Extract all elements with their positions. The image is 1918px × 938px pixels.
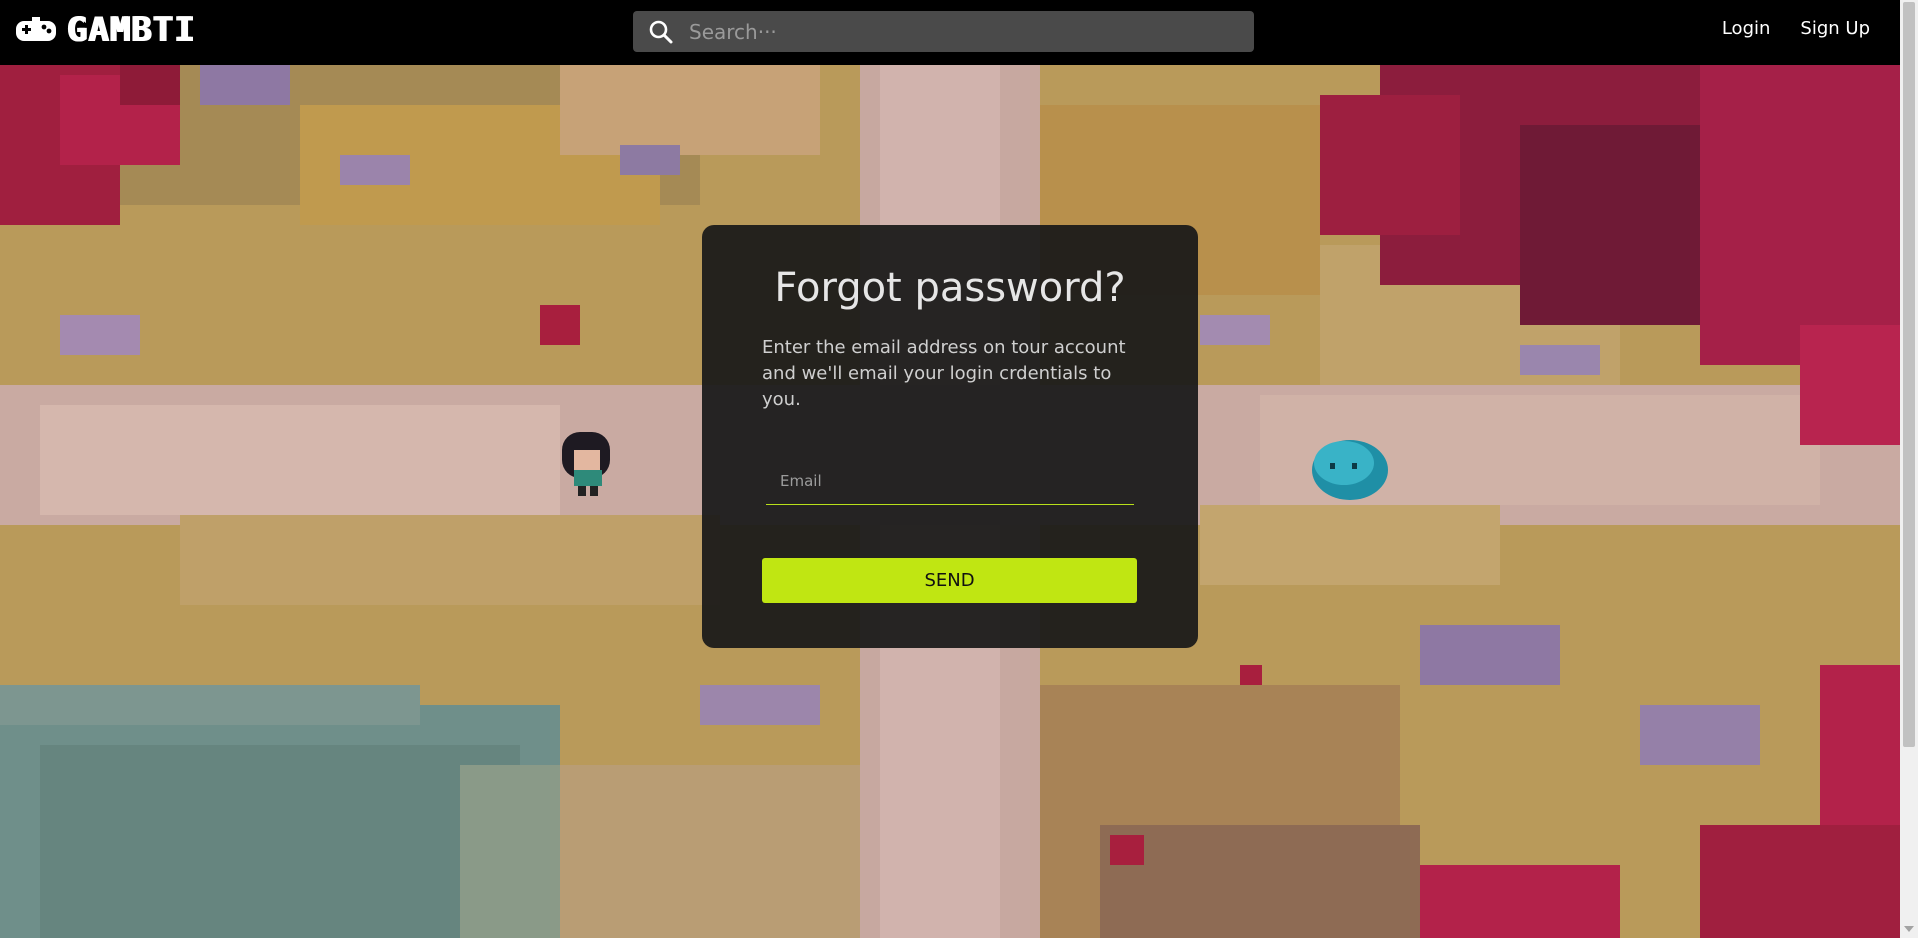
- logo-text: GAMBTI: [66, 10, 195, 50]
- auth-links: Login Sign Up: [1722, 0, 1870, 57]
- top-navigation-bar: GAMBTI Login Sign Up: [0, 0, 1900, 65]
- email-field[interactable]: [766, 457, 1134, 505]
- scroll-down-arrow-icon[interactable]: [1904, 926, 1914, 932]
- site-logo[interactable]: GAMBTI: [14, 12, 195, 48]
- email-input[interactable]: [766, 457, 1134, 504]
- page-title: Forgot password?: [774, 265, 1126, 311]
- signup-link[interactable]: Sign Up: [1800, 18, 1870, 39]
- search-bar[interactable]: [633, 11, 1254, 52]
- login-link[interactable]: Login: [1722, 18, 1771, 39]
- search-input[interactable]: [689, 11, 1254, 52]
- scrollbar-thumb[interactable]: [1903, 2, 1915, 747]
- instructions-text: Enter the email address on tour account …: [762, 337, 1126, 410]
- gamepad-logo-icon: [16, 17, 56, 41]
- page-scrollbar[interactable]: [1900, 0, 1918, 938]
- send-button[interactable]: SEND: [762, 558, 1137, 603]
- search-icon: [649, 20, 673, 43]
- forgot-password-card: Forgot password? Enter the email address…: [702, 225, 1198, 648]
